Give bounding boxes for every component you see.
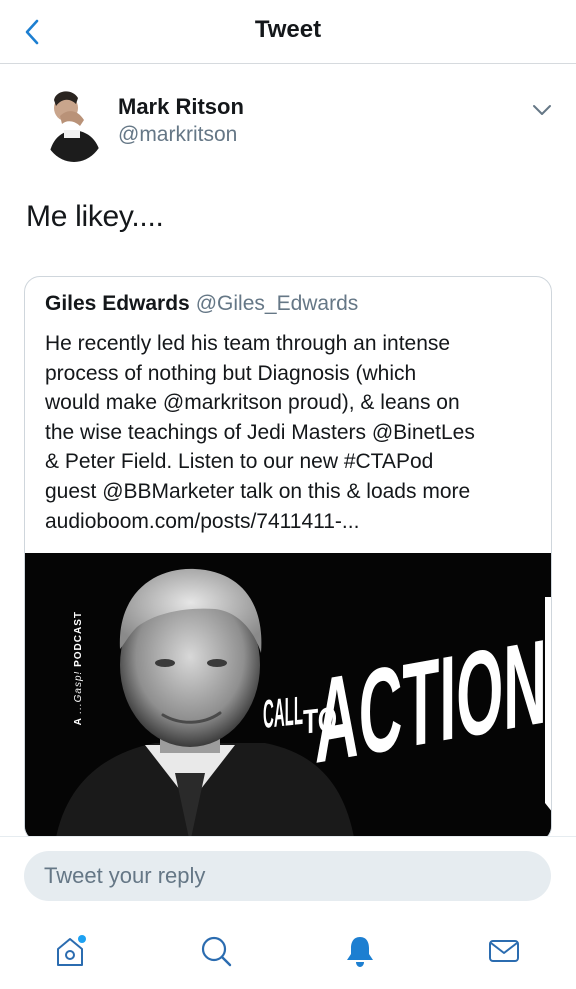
tab-notifications[interactable] xyxy=(338,929,382,973)
side-label-brand: ...Gasp! xyxy=(73,670,84,714)
home-icon xyxy=(57,935,86,966)
quoted-tweet-text: He recently led his team through an inte… xyxy=(45,332,475,533)
chevron-down-icon xyxy=(533,105,551,115)
tweet-text: Me likey.... xyxy=(26,200,164,233)
tab-search[interactable] xyxy=(194,929,238,973)
quoted-tweet-media[interactable]: CALL TO ACTION A ...Gasp! PODCAST xyxy=(25,553,551,841)
page-title: Tweet xyxy=(254,16,322,43)
quoted-author-handle: @Giles_Edwards xyxy=(195,292,359,315)
tweet-author: Mark Ritson @markritson xyxy=(42,86,556,166)
podcast-side-label: A ...Gasp! PODCAST xyxy=(73,611,84,725)
reply-input[interactable]: Tweet your reply xyxy=(24,851,551,901)
quoted-author-name: Giles Edwards xyxy=(45,292,190,315)
search-icon xyxy=(201,936,232,967)
svg-text:CALL: CALL xyxy=(263,689,303,737)
author-handle[interactable]: @markritson xyxy=(118,123,237,147)
side-label-prefix: A xyxy=(73,717,84,726)
reply-bar: Tweet your reply xyxy=(0,836,576,989)
podcast-artwork: CALL TO ACTION xyxy=(25,553,551,841)
side-label-suffix: PODCAST xyxy=(73,611,84,667)
quoted-tweet-card[interactable]: Giles Edwards @Giles_Edwards He recently … xyxy=(24,276,552,842)
tab-messages[interactable] xyxy=(482,929,526,973)
avatar[interactable] xyxy=(42,86,106,162)
quoted-tweet-header: Giles Edwards @Giles_Edwards xyxy=(45,292,358,316)
avatar-image xyxy=(42,86,106,162)
tweet-options-button[interactable] xyxy=(528,98,556,122)
messages-icon xyxy=(489,940,519,962)
nav-bar: Tweet xyxy=(0,0,576,64)
notifications-icon xyxy=(347,937,373,967)
author-name[interactable]: Mark Ritson xyxy=(118,94,244,120)
tab-home[interactable] xyxy=(48,929,92,973)
tab-bar xyxy=(0,929,576,973)
